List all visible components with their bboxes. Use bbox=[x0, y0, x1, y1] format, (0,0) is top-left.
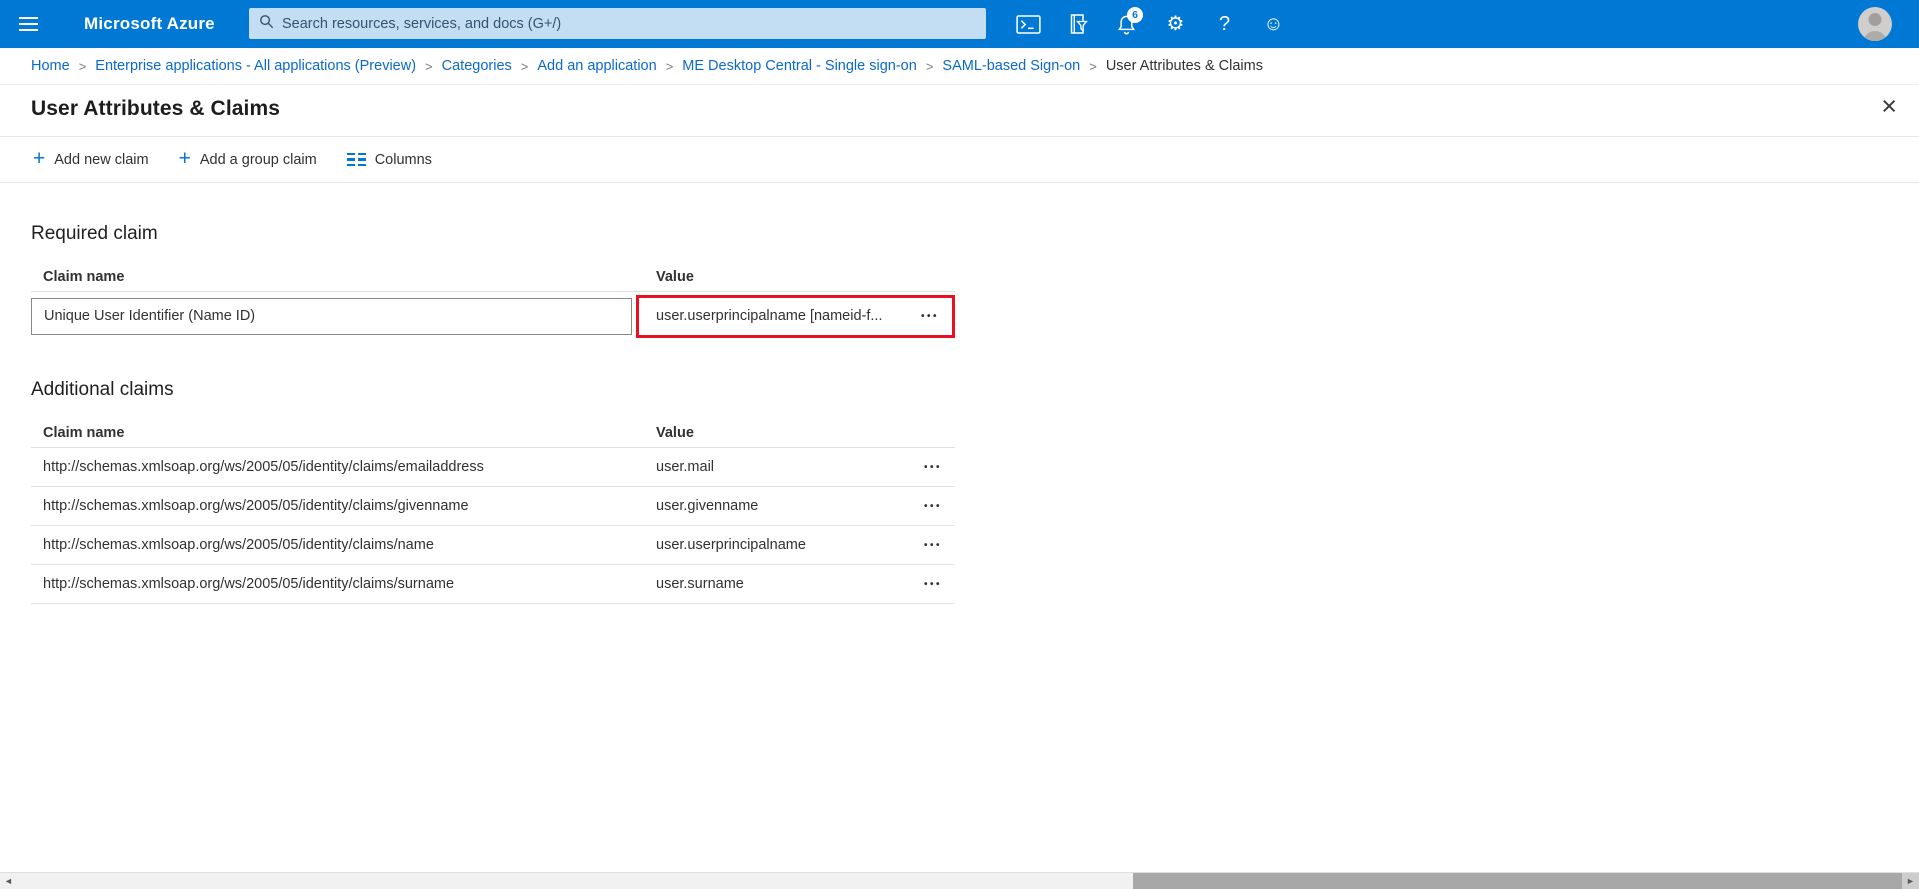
claim-row-emailaddress[interactable]: http://schemas.xmlsoap.org/ws/2005/05/id… bbox=[31, 448, 955, 487]
claim-value-cell: user.givenname bbox=[656, 498, 924, 514]
value-column-header: Value bbox=[656, 425, 955, 441]
required-claim-heading: Required claim bbox=[31, 223, 1919, 245]
additional-claims-heading: Additional claims bbox=[31, 379, 1919, 401]
main-content: Required claim Claim name Value Unique U… bbox=[0, 183, 1919, 872]
table-header: Claim name Value bbox=[31, 418, 955, 448]
required-claim-table: Claim name Value Unique User Identifier … bbox=[31, 262, 955, 340]
title-bar: User Attributes & Claims × bbox=[0, 85, 1919, 137]
claim-name-column-header: Claim name bbox=[31, 425, 656, 441]
chevron-right-icon: > bbox=[79, 59, 87, 74]
directory-filter-icon[interactable] bbox=[1053, 0, 1102, 48]
required-claim-value[interactable]: user.userprincipalname [nameid-f... bbox=[639, 308, 921, 324]
scrollbar-thumb[interactable] bbox=[1133, 873, 1903, 889]
notifications-bell-icon[interactable]: 6 bbox=[1102, 0, 1151, 48]
columns-label: Columns bbox=[375, 152, 432, 168]
breadcrumb-enterprise-applications[interactable]: Enterprise applications - All applicatio… bbox=[95, 58, 416, 74]
add-new-claim-button[interactable]: + Add new claim bbox=[33, 150, 149, 169]
claim-value-cell: user.surname bbox=[656, 576, 924, 592]
search-icon bbox=[259, 14, 274, 34]
command-bar: + Add new claim + Add a group claim Colu… bbox=[0, 137, 1919, 183]
search-input[interactable] bbox=[282, 16, 976, 32]
claim-name-cell: http://schemas.xmlsoap.org/ws/2005/05/id… bbox=[31, 459, 656, 475]
claim-name-column-header: Claim name bbox=[31, 269, 656, 285]
row-menu-button[interactable]: ••• bbox=[921, 311, 952, 322]
close-icon[interactable]: × bbox=[1881, 93, 1897, 120]
global-search[interactable] bbox=[249, 8, 986, 39]
scroll-right-arrow-icon[interactable]: ► bbox=[1902, 873, 1919, 889]
page-title: User Attributes & Claims bbox=[31, 97, 280, 121]
columns-button[interactable]: Columns bbox=[347, 152, 432, 168]
columns-icon bbox=[347, 153, 366, 167]
settings-gear-icon[interactable]: ⚙ bbox=[1151, 0, 1200, 48]
top-bar: Microsoft Azure 6 ⚙ ? ☺ bbox=[0, 0, 1919, 48]
notification-badge: 6 bbox=[1127, 7, 1143, 23]
chevron-right-icon: > bbox=[425, 59, 433, 74]
chevron-right-icon: > bbox=[666, 59, 674, 74]
breadcrumb-home[interactable]: Home bbox=[31, 58, 70, 74]
claim-row-surname[interactable]: http://schemas.xmlsoap.org/ws/2005/05/id… bbox=[31, 565, 955, 604]
topbar-icon-group: 6 ⚙ ? ☺ bbox=[1004, 0, 1298, 48]
chevron-right-icon: > bbox=[1089, 59, 1097, 74]
hamburger-icon[interactable] bbox=[0, 0, 56, 48]
additional-claims-table: Claim name Value http://schemas.xmlsoap.… bbox=[31, 418, 955, 604]
value-column-header: Value bbox=[656, 269, 955, 285]
avatar[interactable] bbox=[1858, 7, 1892, 41]
required-claim-row: Unique User Identifier (Name ID) user.us… bbox=[31, 292, 955, 340]
plus-icon: + bbox=[179, 148, 191, 169]
azure-portal-window: Microsoft Azure 6 ⚙ ? ☺ Home > bbox=[0, 0, 1919, 889]
feedback-smiley-icon[interactable]: ☺ bbox=[1249, 0, 1298, 48]
breadcrumb-add-an-application[interactable]: Add an application bbox=[537, 58, 656, 74]
claim-name-cell: http://schemas.xmlsoap.org/ws/2005/05/id… bbox=[31, 498, 656, 514]
table-header: Claim name Value bbox=[31, 262, 955, 292]
help-icon[interactable]: ? bbox=[1200, 0, 1249, 48]
breadcrumb: Home > Enterprise applications - All app… bbox=[0, 48, 1919, 85]
plus-icon: + bbox=[33, 148, 45, 169]
add-group-claim-button[interactable]: + Add a group claim bbox=[179, 150, 317, 169]
cloudshell-icon[interactable] bbox=[1004, 0, 1053, 48]
breadcrumb-saml-based-sign-on[interactable]: SAML-based Sign-on bbox=[942, 58, 1080, 74]
add-group-claim-label: Add a group claim bbox=[200, 152, 317, 168]
claim-row-name[interactable]: http://schemas.xmlsoap.org/ws/2005/05/id… bbox=[31, 526, 955, 565]
breadcrumb-current: User Attributes & Claims bbox=[1106, 58, 1263, 74]
azure-brand-title[interactable]: Microsoft Azure bbox=[84, 14, 215, 34]
highlight-box: user.userprincipalname [nameid-f... ••• bbox=[636, 295, 955, 338]
required-claim-name-box[interactable]: Unique User Identifier (Name ID) bbox=[31, 298, 632, 335]
add-new-claim-label: Add new claim bbox=[54, 152, 148, 168]
claim-value-cell: user.mail bbox=[656, 459, 924, 475]
chevron-right-icon: > bbox=[926, 59, 934, 74]
row-menu-button[interactable]: ••• bbox=[924, 579, 955, 590]
claim-name-cell: http://schemas.xmlsoap.org/ws/2005/05/id… bbox=[31, 537, 656, 553]
row-menu-button[interactable]: ••• bbox=[924, 501, 955, 512]
claim-name-cell: http://schemas.xmlsoap.org/ws/2005/05/id… bbox=[31, 576, 656, 592]
claim-value-cell: user.userprincipalname bbox=[656, 537, 924, 553]
scroll-left-arrow-icon[interactable]: ◄ bbox=[0, 873, 17, 889]
chevron-right-icon: > bbox=[521, 59, 529, 74]
row-menu-button[interactable]: ••• bbox=[924, 462, 955, 473]
breadcrumb-me-desktop-central[interactable]: ME Desktop Central - Single sign-on bbox=[682, 58, 917, 74]
row-menu-button[interactable]: ••• bbox=[924, 540, 955, 551]
claim-row-givenname[interactable]: http://schemas.xmlsoap.org/ws/2005/05/id… bbox=[31, 487, 955, 526]
horizontal-scrollbar[interactable]: ◄ ► bbox=[0, 872, 1919, 889]
breadcrumb-categories[interactable]: Categories bbox=[442, 58, 512, 74]
